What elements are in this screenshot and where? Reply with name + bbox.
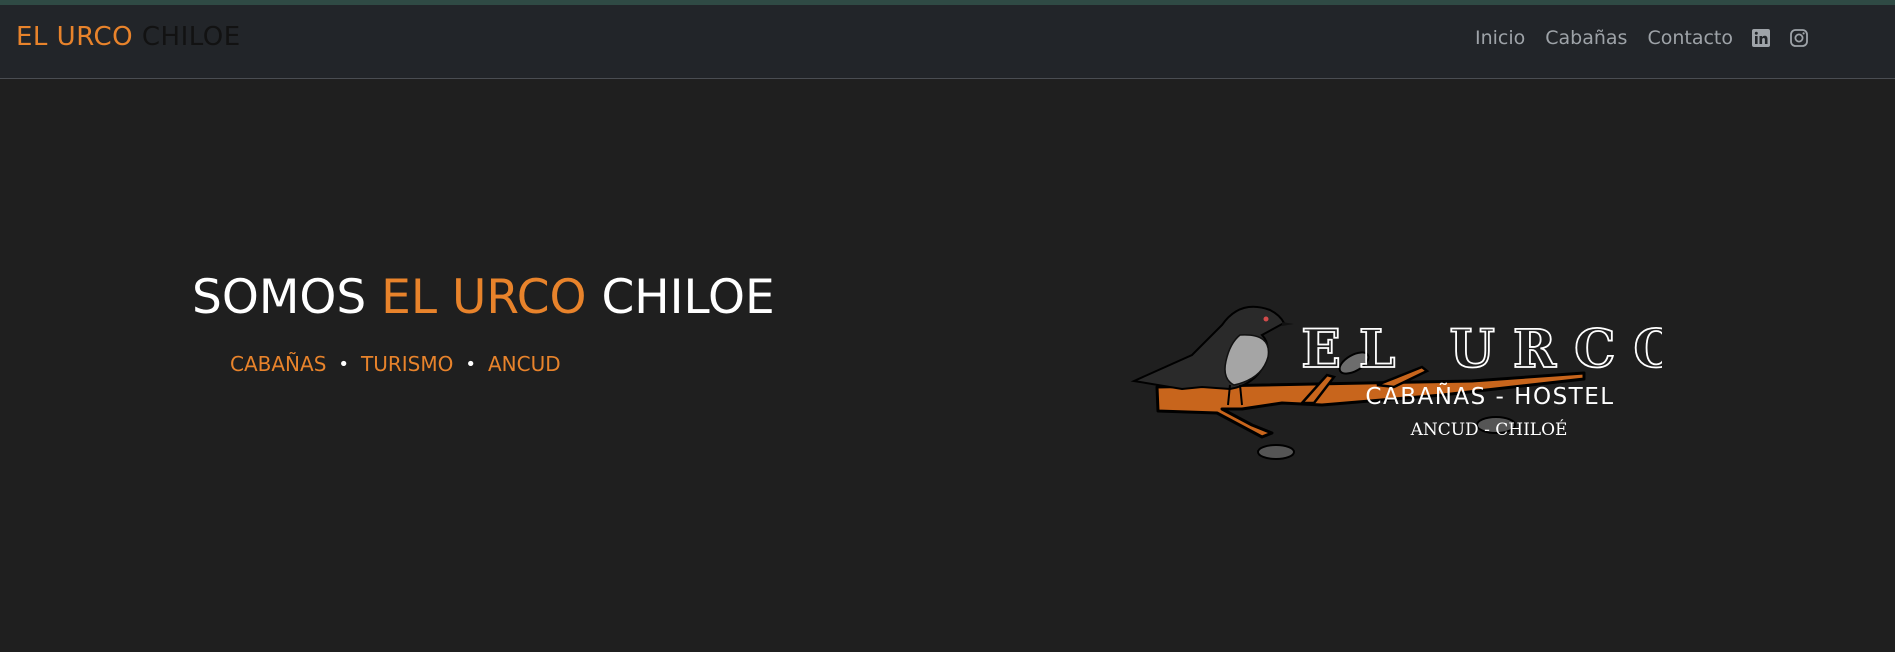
hero-headline: SOMOS EL URCO CHILOE [192, 270, 775, 325]
nav-link-cabanas[interactable]: Cabañas [1545, 27, 1627, 49]
tag-separator: • [338, 353, 350, 375]
navbar: EL URCO CHILOE Inicio Cabañas Contacto [0, 5, 1895, 79]
logo-title: EL URCO [1301, 319, 1662, 380]
hero-section: SOMOS EL URCO CHILOE CABAÑAS • TURISMO •… [0, 80, 1895, 652]
brand-chiloe: CHILOE [141, 22, 241, 52]
nav-link-contacto[interactable]: Contacto [1647, 27, 1733, 49]
nav-link-inicio[interactable]: Inicio [1475, 27, 1525, 49]
headline-chiloe: CHILOE [586, 270, 775, 325]
linkedin-icon[interactable] [1751, 28, 1771, 48]
nav-menu: Inicio Cabañas Contacto [1455, 27, 1809, 49]
tag-ancud: ANCUD [487, 352, 561, 376]
tag-cabanas: CABAÑAS [230, 352, 327, 376]
brand-link[interactable]: EL URCO CHILOE [16, 22, 241, 52]
instagram-icon[interactable] [1789, 28, 1809, 48]
brand-el-urco: EL URCO [16, 22, 134, 52]
el-urco-logo: EL URCO CABAÑAS - HOSTEL ANCUD - CHILOÉ [1130, 305, 1662, 460]
logo-subtitle: CABAÑAS - HOSTEL [1365, 382, 1614, 410]
logo-location: ANCUD - CHILOÉ [1410, 419, 1568, 440]
headline-somos: SOMOS [192, 270, 382, 325]
tag-separator: • [465, 353, 476, 375]
hero-tags: CABAÑAS • TURISMO • ANCUD [230, 352, 561, 376]
tag-turismo: TURISMO [361, 352, 454, 376]
headline-el-urco: EL URCO [381, 270, 587, 325]
